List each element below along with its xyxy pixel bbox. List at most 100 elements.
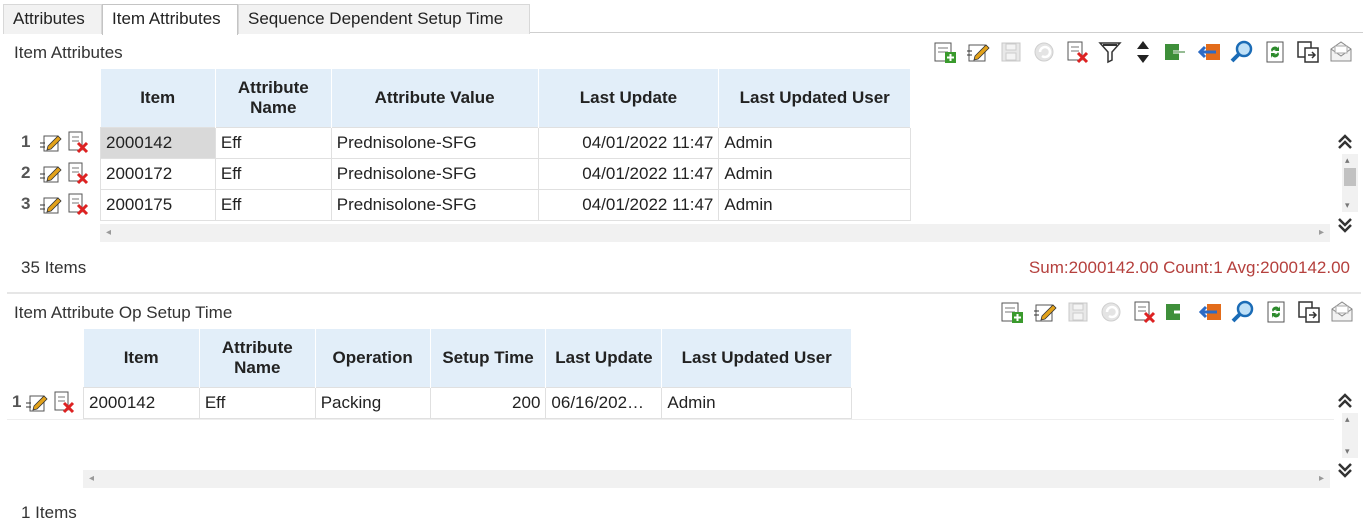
grid-empty-area <box>7 419 1334 470</box>
tab-sequence-dependent-setup-time[interactable]: Sequence Dependent Setup Time <box>238 4 530 34</box>
edit-rows-icon[interactable] <box>1032 299 1058 325</box>
column-header-last-update[interactable]: Last Update <box>538 69 720 127</box>
row-header: 3 <box>21 192 90 216</box>
table-row[interactable]: 2000175 Eff Prednisolone-SFG 04/01/2022 … <box>100 188 911 221</box>
email-icon[interactable] <box>1328 39 1354 65</box>
scroll-left-icon[interactable]: ◂ <box>106 227 111 238</box>
cell-item[interactable]: 2000175 <box>100 188 216 221</box>
column-header-last-updated-user[interactable]: Last Updated User <box>718 69 911 127</box>
vertical-scrollbar[interactable]: ▴ ▾ <box>1342 154 1358 212</box>
scroll-down-icon[interactable]: ▾ <box>1345 446 1350 457</box>
delete-row-icon[interactable] <box>66 130 90 154</box>
column-header-item[interactable]: Item <box>83 329 200 387</box>
cell-item[interactable]: 2000172 <box>100 157 216 190</box>
import-icon[interactable] <box>1197 299 1223 325</box>
column-header-last-update[interactable]: Last Update <box>545 329 663 387</box>
scroll-to-top-icon[interactable] <box>1336 133 1354 151</box>
refresh-icon[interactable] <box>1263 299 1289 325</box>
row-number: 2 <box>21 163 31 182</box>
horizontal-scrollbar[interactable]: ◂ ▸ <box>100 224 1330 242</box>
vertical-scrollbar[interactable]: ▴ ▾ <box>1342 413 1358 458</box>
column-header-attribute-value[interactable]: Attribute Value <box>331 69 539 127</box>
cell-item[interactable]: 2000142 <box>83 386 200 419</box>
cell-last-updated-user[interactable]: Admin <box>661 386 852 419</box>
delete-rows-icon[interactable] <box>1131 299 1157 325</box>
edit-row-icon[interactable] <box>25 390 49 414</box>
scroll-left-icon[interactable]: ◂ <box>89 473 94 484</box>
scroll-to-top-icon[interactable] <box>1336 392 1354 410</box>
cell-attribute-value[interactable]: Prednisolone-SFG <box>330 157 539 190</box>
copy-icon[interactable] <box>1296 299 1322 325</box>
horizontal-scrollbar[interactable]: ◂ ▸ <box>83 470 1330 488</box>
cell-last-updated-user[interactable]: Admin <box>718 188 911 221</box>
row-header: 2 <box>21 161 90 185</box>
cell-attribute-name[interactable]: Eff <box>214 188 332 221</box>
import-icon[interactable] <box>1196 39 1222 65</box>
email-icon[interactable] <box>1329 299 1355 325</box>
delete-rows-icon[interactable] <box>1064 39 1090 65</box>
undo-icon[interactable] <box>1031 39 1057 65</box>
column-header-attribute-name[interactable]: Attribute Name <box>199 329 316 387</box>
cell-last-update[interactable]: 04/01/2022 11:47 <box>537 126 720 159</box>
delete-row-icon[interactable] <box>52 390 76 414</box>
edit-row-icon[interactable] <box>39 161 63 185</box>
undo-icon[interactable] <box>1098 299 1124 325</box>
copy-icon[interactable] <box>1295 39 1321 65</box>
scroll-to-bottom-icon[interactable] <box>1336 216 1354 234</box>
cell-attribute-name[interactable]: Eff <box>214 157 332 190</box>
add-row-icon[interactable] <box>999 299 1025 325</box>
table-row[interactable]: 2000142 Eff Packing 200 06/16/202… Admin <box>83 386 852 419</box>
edit-rows-icon[interactable] <box>965 39 991 65</box>
scrollbar-thumb[interactable] <box>1344 168 1356 186</box>
add-row-icon[interactable] <box>932 39 958 65</box>
cell-attribute-value[interactable]: Prednisolone-SFG <box>330 126 539 159</box>
scroll-to-bottom-icon[interactable] <box>1336 461 1354 479</box>
cell-last-updated-user[interactable]: Admin <box>718 157 911 190</box>
op-setup-title: Item Attribute Op Setup Time <box>14 303 233 322</box>
refresh-icon[interactable] <box>1262 39 1288 65</box>
cell-last-updated-user[interactable]: Admin <box>718 126 911 159</box>
table-row[interactable]: 2000172 Eff Prednisolone-SFG 04/01/2022 … <box>100 157 911 190</box>
tab-attributes[interactable]: Attributes <box>3 4 102 34</box>
search-icon[interactable] <box>1230 299 1256 325</box>
column-header-attribute-name[interactable]: Attribute Name <box>215 69 332 127</box>
column-header-item[interactable]: Item <box>100 69 216 127</box>
scroll-right-icon[interactable]: ▸ <box>1319 227 1324 238</box>
delete-row-icon[interactable] <box>66 192 90 216</box>
row-header: 1 <box>21 130 90 154</box>
scroll-up-icon[interactable]: ▴ <box>1345 155 1350 166</box>
export-icon[interactable] <box>1164 299 1190 325</box>
column-header-last-updated-user[interactable]: Last Updated User <box>661 329 852 387</box>
aggregate-stats: Sum:2000142.00 Count:1 Avg:2000142.00 <box>1028 258 1350 277</box>
panel-divider <box>7 292 1361 294</box>
cell-last-update[interactable]: 06/16/202… <box>545 386 663 419</box>
save-icon[interactable] <box>1065 299 1091 325</box>
save-icon[interactable] <box>998 39 1024 65</box>
column-header-operation[interactable]: Operation <box>315 329 431 387</box>
scroll-up-icon[interactable]: ▴ <box>1345 414 1350 425</box>
cell-setup-time[interactable]: 200 <box>429 386 547 419</box>
table-row[interactable]: 2000142 Eff Prednisolone-SFG 04/01/2022 … <box>100 126 911 159</box>
export-icon[interactable] <box>1163 39 1189 65</box>
delete-row-icon[interactable] <box>66 161 90 185</box>
cell-last-update[interactable]: 04/01/2022 11:47 <box>537 188 720 221</box>
cell-attribute-value[interactable]: Prednisolone-SFG <box>330 188 539 221</box>
sort-icon[interactable] <box>1130 39 1156 65</box>
tab-item-attributes[interactable]: Item Attributes <box>102 4 238 35</box>
cell-attribute-name[interactable]: Eff <box>214 126 332 159</box>
tab-bar: Attributes Item Attributes Sequence Depe… <box>3 2 1363 35</box>
op-setup-grid: Item Attribute Name Operation Setup Time… <box>83 329 852 419</box>
cell-attribute-name[interactable]: Eff <box>198 386 316 419</box>
row-number: 1 <box>21 132 31 151</box>
cell-operation[interactable]: Packing <box>314 386 431 419</box>
cell-item[interactable]: 2000142 <box>100 126 216 159</box>
scroll-right-icon[interactable]: ▸ <box>1319 473 1324 484</box>
row-number: 1 <box>12 392 22 411</box>
edit-row-icon[interactable] <box>39 192 63 216</box>
cell-last-update[interactable]: 04/01/2022 11:47 <box>537 157 720 190</box>
search-icon[interactable] <box>1229 39 1255 65</box>
filter-icon[interactable] <box>1097 39 1123 65</box>
edit-row-icon[interactable] <box>39 130 63 154</box>
column-header-setup-time[interactable]: Setup Time <box>430 329 547 387</box>
scroll-down-icon[interactable]: ▾ <box>1345 200 1350 211</box>
